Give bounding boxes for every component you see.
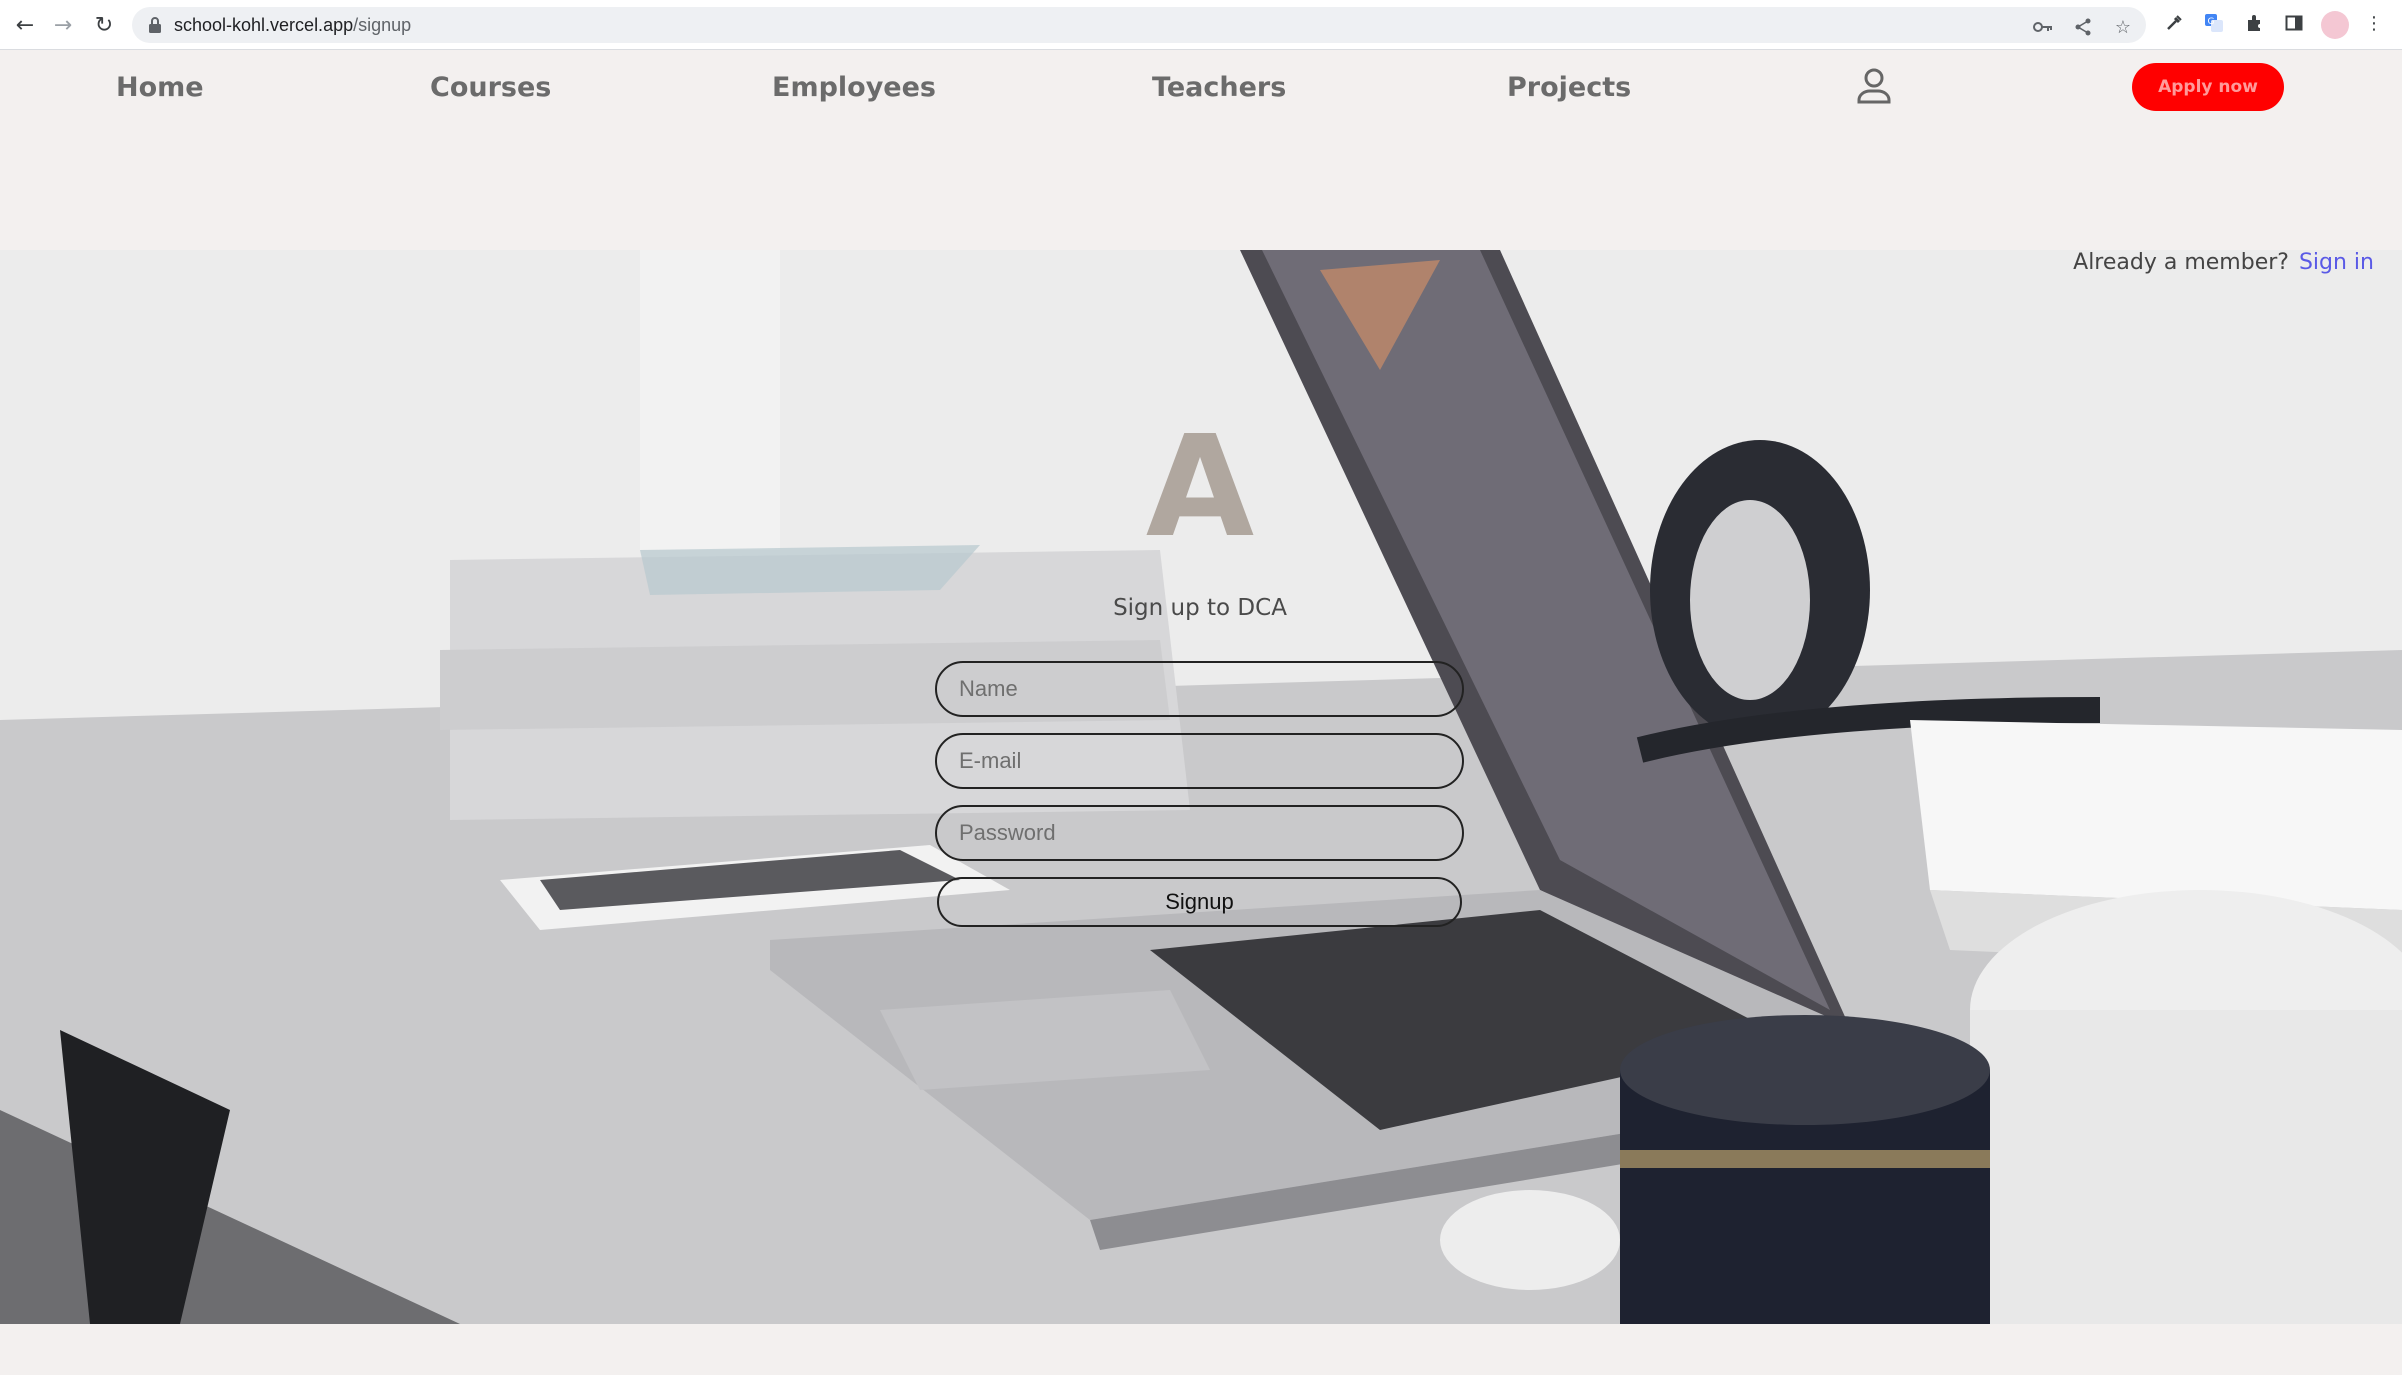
brand-logo-letter: A [1145,406,1255,569]
site-header: Home Courses Employees Teachers Projects… [0,50,2402,250]
signup-form-title: Sign up to DCA [1113,595,1287,621]
user-icon[interactable] [1856,66,1892,106]
already-member-text: Already a member? [2073,250,2289,275]
hero-section: Already a member? Sign in A Sign up to DC… [0,250,2402,1324]
reload-icon[interactable]: ↻ [89,10,119,40]
side-panel-icon[interactable] [2282,11,2306,35]
sign-in-link[interactable]: Sign in [2299,250,2374,275]
profile-avatar[interactable] [2321,11,2349,39]
already-member-row: Already a member? Sign in [2073,250,2374,276]
nav-teachers[interactable]: Teachers [1152,70,1286,106]
back-icon[interactable]: ← [10,10,40,40]
nav-projects[interactable]: Projects [1507,70,1631,106]
forward-icon[interactable]: → [48,10,78,40]
nav-employees[interactable]: Employees [772,70,936,106]
eyedropper-icon[interactable] [2162,11,2186,35]
footer-strip [0,1324,2402,1375]
email-input[interactable] [935,733,1464,789]
url-text: school-kohl.vercel.app/signup [174,15,412,35]
nav-home[interactable]: Home [116,70,204,106]
bookmark-star-icon[interactable]: ☆ [2112,16,2134,38]
signup-button[interactable]: Signup [937,877,1462,927]
menu-kebab-icon[interactable]: ⋮ [2362,11,2386,35]
apply-now-button[interactable]: Apply now [2132,63,2284,111]
translate-icon[interactable]: G [2202,11,2226,35]
password-input[interactable] [935,805,1464,861]
lock-icon [149,17,161,33]
key-icon[interactable] [2032,16,2054,38]
browser-toolbar: ← → ↻ school-kohl.vercel.app/signup ☆ G … [0,0,2402,50]
svg-text:G: G [2208,17,2215,27]
share-icon[interactable] [2072,16,2094,38]
nav-courses[interactable]: Courses [430,70,551,106]
name-input[interactable] [935,661,1464,717]
address-bar[interactable]: school-kohl.vercel.app/signup ☆ [132,7,2146,43]
extensions-icon[interactable] [2242,11,2266,35]
